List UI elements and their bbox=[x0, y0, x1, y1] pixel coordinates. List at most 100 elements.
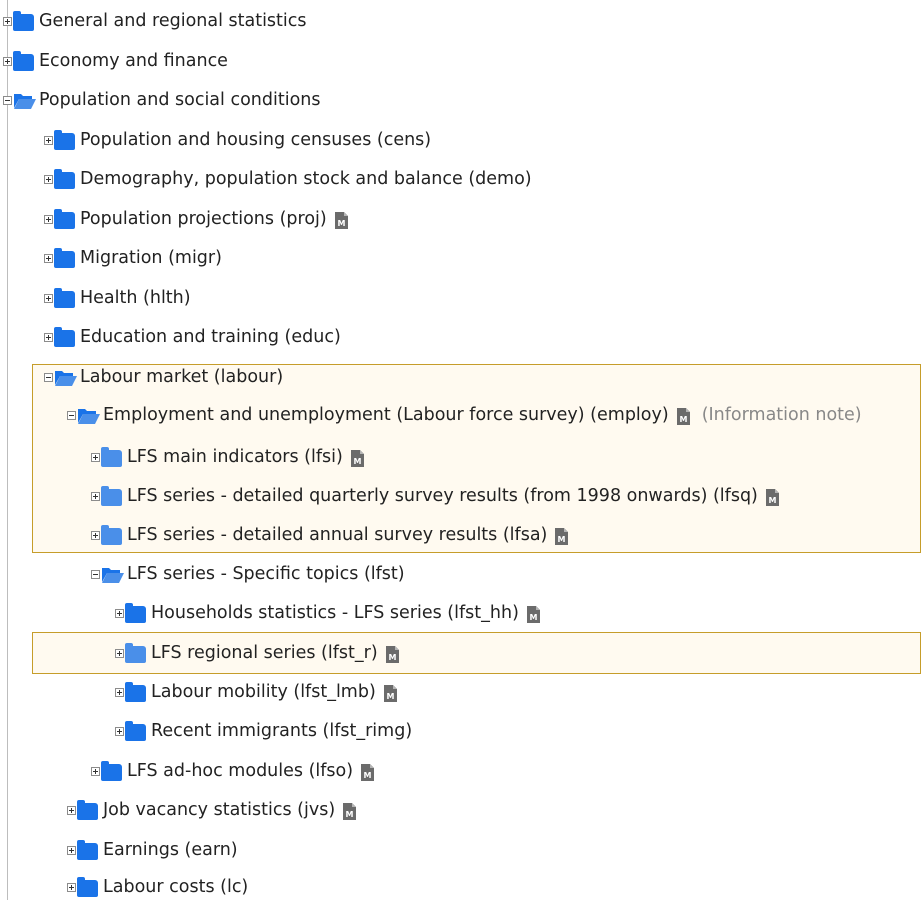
folder-closed-icon bbox=[125, 642, 146, 663]
folder-closed-icon bbox=[13, 50, 34, 71]
tree-node-lfst-rimg[interactable]: Recent immigrants (lfst_rimg) bbox=[115, 716, 412, 746]
metadata-icon[interactable]: M bbox=[526, 605, 540, 623]
folder-closed-icon bbox=[101, 524, 122, 545]
minus-toggle-icon[interactable] bbox=[67, 410, 76, 420]
tree-node-label[interactable]: LFS series - detailed quarterly survey r… bbox=[127, 486, 758, 506]
svg-text:M: M bbox=[679, 415, 687, 424]
tree-node-label[interactable]: Earnings (earn) bbox=[103, 840, 238, 860]
tree-node-label[interactable]: Economy and finance bbox=[39, 51, 228, 71]
tree-node-label[interactable]: Demography, population stock and balance… bbox=[80, 169, 532, 189]
tree-node-label[interactable]: Recent immigrants (lfst_rimg) bbox=[151, 721, 412, 741]
tree-node-labour-costs[interactable]: Labour costs (lc) bbox=[67, 872, 248, 900]
plus-toggle-icon[interactable] bbox=[91, 452, 100, 462]
plus-toggle-icon[interactable] bbox=[67, 805, 76, 815]
tree-node-general-regional[interactable]: General and regional statistics bbox=[3, 6, 307, 36]
svg-text:M: M bbox=[364, 771, 372, 780]
folder-closed-icon bbox=[54, 326, 75, 347]
svg-text:M: M bbox=[353, 457, 361, 466]
plus-toggle-icon[interactable] bbox=[3, 16, 12, 26]
tree-node-lfsa[interactable]: LFS series - detailed annual survey resu… bbox=[91, 520, 569, 550]
tree-node-earnings[interactable]: Earnings (earn) bbox=[67, 835, 238, 865]
tree-node-label[interactable]: Labour mobility (lfst_lmb) bbox=[151, 682, 376, 702]
tree-node-education[interactable]: Education and training (educ) bbox=[44, 322, 341, 352]
plus-toggle-icon[interactable] bbox=[44, 293, 53, 303]
folder-closed-icon bbox=[54, 129, 75, 150]
tree-node-label[interactable]: Health (hlth) bbox=[80, 288, 191, 308]
plus-toggle-icon[interactable] bbox=[44, 135, 53, 145]
tree-node-health[interactable]: Health (hlth) bbox=[44, 283, 191, 313]
tree-node-labour-market[interactable]: Labour market (labour) bbox=[44, 362, 283, 392]
svg-text:M: M bbox=[346, 810, 354, 819]
metadata-icon[interactable]: M bbox=[383, 684, 397, 702]
tree-node-lfst-r[interactable]: LFS regional series (lfst_r) M bbox=[115, 638, 399, 668]
plus-toggle-icon[interactable] bbox=[44, 214, 53, 224]
tree-node-lfso[interactable]: LFS ad-hoc modules (lfso) M bbox=[91, 756, 375, 786]
tree-node-label[interactable]: Education and training (educ) bbox=[80, 327, 341, 347]
plus-toggle-icon[interactable] bbox=[67, 882, 76, 892]
tree-node-censuses[interactable]: Population and housing censuses (cens) bbox=[44, 125, 431, 155]
folder-open-icon bbox=[101, 566, 124, 583]
plus-toggle-icon[interactable] bbox=[91, 491, 100, 501]
plus-toggle-icon[interactable] bbox=[115, 648, 124, 658]
metadata-icon[interactable]: M bbox=[350, 449, 364, 467]
tree-node-label[interactable]: LFS regional series (lfst_r) bbox=[151, 643, 378, 663]
tree-node-label[interactable]: Job vacancy statistics (jvs) bbox=[103, 800, 335, 820]
minus-toggle-icon[interactable] bbox=[44, 372, 53, 382]
plus-toggle-icon[interactable] bbox=[115, 726, 124, 736]
tree-node-lfsq[interactable]: LFS series - detailed quarterly survey r… bbox=[91, 481, 779, 511]
tree-node-lfsi[interactable]: LFS main indicators (lfsi) M bbox=[91, 442, 364, 472]
folder-open-icon bbox=[77, 407, 100, 424]
tree-guide-line bbox=[7, 0, 8, 900]
tree-node-jvs[interactable]: Job vacancy statistics (jvs) M bbox=[67, 795, 357, 825]
tree-node-label[interactable]: Employment and unemployment (Labour forc… bbox=[103, 405, 669, 425]
tree-node-label[interactable]: General and regional statistics bbox=[39, 11, 307, 31]
tree-node-lfst[interactable]: LFS series - Specific topics (lfst) bbox=[91, 559, 405, 589]
metadata-icon[interactable]: M bbox=[555, 527, 569, 545]
tree-node-label[interactable]: Population and housing censuses (cens) bbox=[80, 130, 431, 150]
metadata-icon[interactable]: M bbox=[676, 407, 690, 425]
metadata-icon[interactable]: M bbox=[385, 645, 399, 663]
tree-node-label[interactable]: Labour costs (lc) bbox=[103, 877, 248, 897]
tree-node-population-social[interactable]: Population and social conditions bbox=[3, 85, 320, 115]
tree-node-label[interactable]: Population projections (proj) bbox=[80, 209, 327, 229]
tree-node-lfst-hh[interactable]: Households statistics - LFS series (lfst… bbox=[115, 598, 540, 628]
folder-closed-icon bbox=[101, 485, 122, 506]
plus-toggle-icon[interactable] bbox=[115, 687, 124, 697]
plus-toggle-icon[interactable] bbox=[44, 174, 53, 184]
plus-toggle-icon[interactable] bbox=[44, 253, 53, 263]
tree-node-label[interactable]: Population and social conditions bbox=[39, 90, 320, 110]
folder-closed-icon bbox=[54, 208, 75, 229]
plus-toggle-icon[interactable] bbox=[91, 530, 100, 540]
tree-node-lfst-lmb[interactable]: Labour mobility (lfst_lmb) M bbox=[115, 677, 397, 707]
tree-node-label[interactable]: Labour market (labour) bbox=[80, 367, 283, 387]
metadata-icon[interactable]: M bbox=[334, 211, 348, 229]
metadata-icon[interactable]: M bbox=[361, 763, 375, 781]
minus-toggle-icon[interactable] bbox=[91, 569, 100, 579]
folder-open-icon bbox=[13, 92, 36, 109]
tree-node-label[interactable]: LFS main indicators (lfsi) bbox=[127, 447, 343, 467]
tree-node-demography[interactable]: Demography, population stock and balance… bbox=[44, 164, 532, 194]
information-note-link[interactable]: (Information note) bbox=[702, 405, 862, 425]
tree-node-label[interactable]: Migration (migr) bbox=[80, 248, 222, 268]
metadata-icon[interactable]: M bbox=[765, 488, 779, 506]
tree-node-label[interactable]: Households statistics - LFS series (lfst… bbox=[151, 603, 519, 623]
plus-toggle-icon[interactable] bbox=[3, 56, 12, 66]
tree-node-employment[interactable]: Employment and unemployment (Labour forc… bbox=[67, 400, 862, 430]
tree-node-projections[interactable]: Population projections (proj) M bbox=[44, 204, 348, 234]
plus-toggle-icon[interactable] bbox=[91, 766, 100, 776]
folder-closed-icon bbox=[54, 168, 75, 189]
folder-closed-icon bbox=[54, 287, 75, 308]
svg-text:M: M bbox=[388, 653, 396, 662]
plus-toggle-icon[interactable] bbox=[67, 845, 76, 855]
tree-node-label[interactable]: LFS ad-hoc modules (lfso) bbox=[127, 761, 353, 781]
navigation-tree: General and regional statistics Economy … bbox=[0, 0, 921, 900]
folder-closed-icon bbox=[77, 799, 98, 820]
tree-node-migration[interactable]: Migration (migr) bbox=[44, 243, 222, 273]
tree-node-label[interactable]: LFS series - detailed annual survey resu… bbox=[127, 525, 547, 545]
tree-node-economy-finance[interactable]: Economy and finance bbox=[3, 46, 228, 76]
metadata-icon[interactable]: M bbox=[343, 802, 357, 820]
tree-node-label[interactable]: LFS series - Specific topics (lfst) bbox=[127, 564, 405, 584]
plus-toggle-icon[interactable] bbox=[115, 608, 124, 618]
minus-toggle-icon[interactable] bbox=[3, 95, 12, 105]
plus-toggle-icon[interactable] bbox=[44, 332, 53, 342]
